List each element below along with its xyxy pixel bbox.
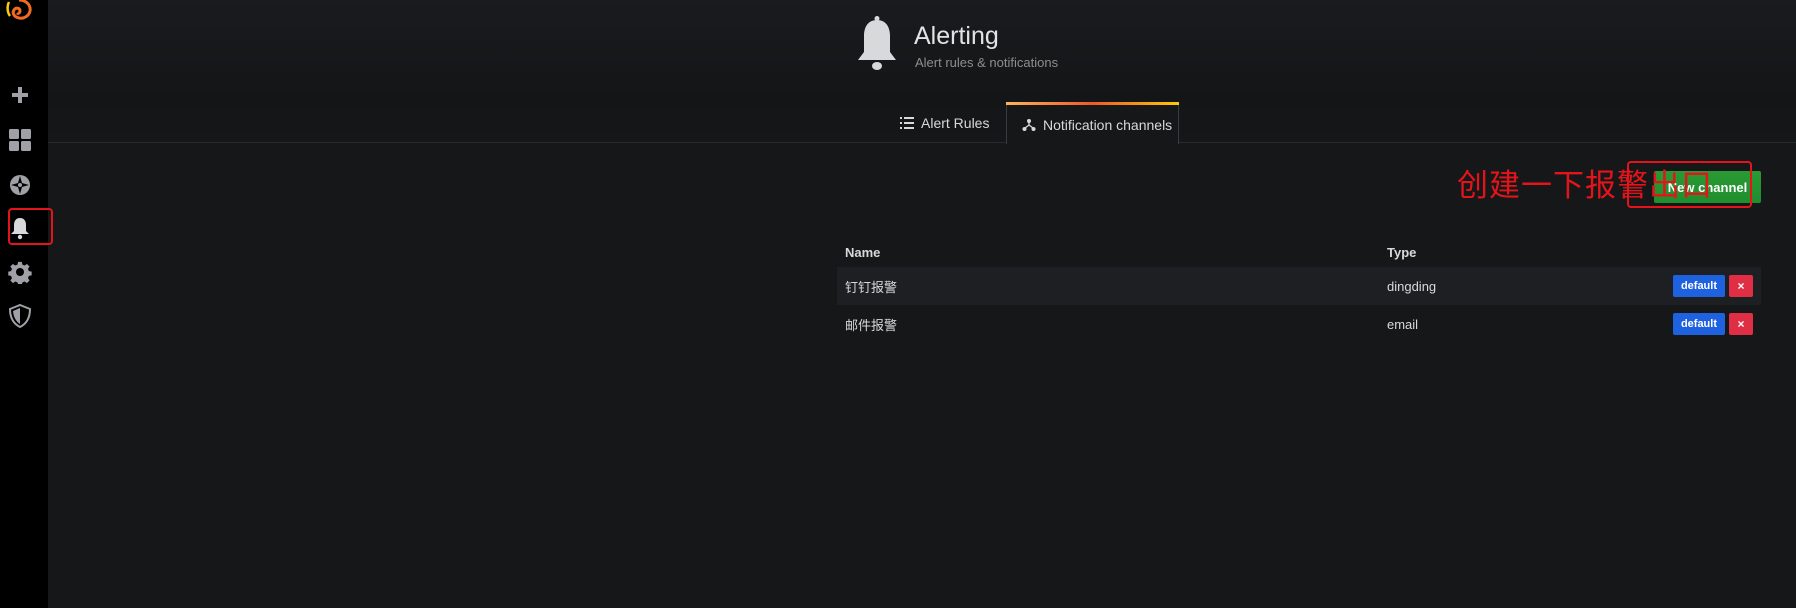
table-header: Name Type — [837, 237, 1761, 267]
channels-table: Name Type 钉钉报警 dingding default × 邮件报警 e… — [837, 237, 1761, 343]
plus-icon[interactable] — [6, 81, 34, 109]
default-button[interactable]: default — [1672, 275, 1725, 297]
channel-type: email — [1387, 316, 1419, 332]
explore-icon[interactable] — [6, 171, 34, 199]
grafana-logo-icon[interactable] — [4, 0, 34, 22]
channel-type: dingding — [1387, 278, 1437, 294]
table-row[interactable]: 钉钉报警 dingding default × — [837, 267, 1761, 305]
delete-button[interactable]: × — [1729, 275, 1753, 297]
page-subtitle: Alert rules & notifications — [915, 55, 1059, 70]
list-icon — [900, 116, 914, 129]
shield-icon[interactable] — [6, 302, 34, 330]
row-actions: default × — [1672, 275, 1761, 297]
row-actions: default × — [1672, 313, 1761, 335]
dashboards-icon[interactable] — [6, 126, 34, 154]
sidebar — [0, 0, 48, 608]
tab-label: Alert Rules — [921, 114, 990, 131]
table-row[interactable]: 邮件报警 email default × — [837, 305, 1761, 343]
bell-icon — [858, 16, 896, 70]
tab-notification-channels[interactable]: Notification channels — [1006, 102, 1179, 144]
column-header-name: Name — [845, 244, 881, 260]
channel-name[interactable]: 钉钉报警 — [837, 277, 1387, 296]
default-button[interactable]: default — [1672, 313, 1725, 335]
channel-name[interactable]: 邮件报警 — [837, 315, 1387, 334]
tab-alert-rules[interactable]: Alert Rules — [900, 102, 989, 143]
bell-icon[interactable] — [6, 214, 34, 242]
page-header: Alerting Alert rules & notifications Ale… — [48, 0, 1796, 144]
tab-label: Notification channels — [1043, 116, 1173, 133]
gear-icon[interactable] — [6, 258, 34, 286]
page-title: Alerting — [914, 22, 999, 50]
delete-button[interactable]: × — [1729, 313, 1753, 335]
share-icon — [1022, 118, 1036, 131]
column-header-type: Type — [1387, 244, 1417, 260]
annotation-text: 创建一下报警出口 — [1457, 168, 1713, 204]
